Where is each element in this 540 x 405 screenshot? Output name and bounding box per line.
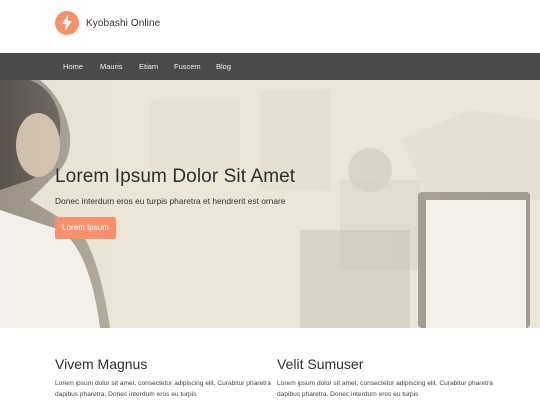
hero-cta-button[interactable]: Lorem Ipsum [55, 217, 116, 239]
lightning-bolt-icon [62, 15, 72, 31]
feature-text: Lorem ipsum dolor sit amet, consectetur … [55, 380, 271, 398]
feature-title: Vivem Magnus [55, 356, 148, 372]
nav-item-etiam[interactable]: Etiam [139, 62, 158, 71]
features-section: Vivem Magnus Lorem ipsum dolor sit amet,… [0, 328, 540, 405]
nav-item-mauris[interactable]: Mauris [100, 62, 123, 71]
site-header: Kyobashi Online [0, 0, 540, 53]
hero-banner: Lorem Ipsum Dolor Sit Amet Donec interdu… [0, 80, 540, 328]
nav-item-home[interactable]: Home [63, 62, 83, 71]
site-logo[interactable] [55, 11, 79, 35]
feature-text: Lorem ipsum dolor sit amet, consectetur … [277, 380, 493, 398]
hero-title: Lorem Ipsum Dolor Sit Amet [55, 166, 296, 187]
hero-subtitle: Donec interdum eros eu turpis pharetra e… [55, 196, 286, 206]
nav-item-blog[interactable]: Blog [216, 62, 231, 71]
nav-item-fuscem[interactable]: Fuscem [174, 62, 201, 71]
feature-title: Velit Sumuser [277, 356, 364, 372]
site-title[interactable]: Kyobashi Online [86, 18, 160, 29]
main-nav: Home Mauris Etiam Fuscem Blog [0, 53, 540, 80]
